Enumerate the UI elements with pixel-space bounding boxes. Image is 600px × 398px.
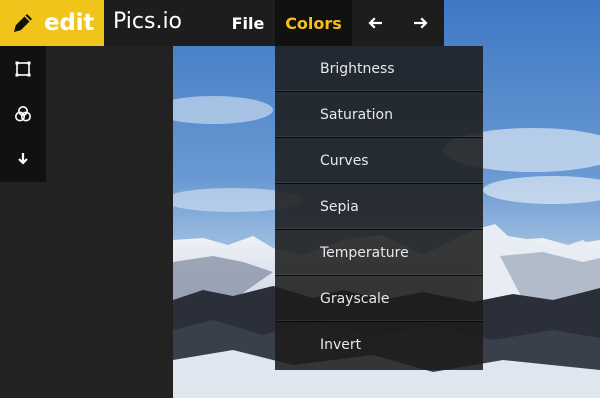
redo-button[interactable] [398, 0, 444, 46]
menu-item-curves[interactable]: Curves [275, 138, 483, 184]
app-name: Pics.io [113, 9, 183, 34]
undo-button[interactable] [352, 0, 398, 46]
arrow-right-icon [414, 17, 428, 29]
menu-item-grayscale[interactable]: Grayscale [275, 276, 483, 322]
pencil-icon [14, 14, 32, 32]
menu-item-invert[interactable]: Invert [275, 322, 483, 368]
download-button[interactable] [0, 136, 46, 181]
color-circles-icon [15, 105, 31, 121]
menu-item-saturation[interactable]: Saturation [275, 92, 483, 138]
left-toolbar [0, 46, 46, 182]
colors-dropdown-menu: Brightness Saturation Curves Sepia Tempe… [275, 46, 483, 370]
crop-icon [15, 61, 31, 76]
menu-file[interactable]: File [228, 0, 268, 46]
arrow-left-icon [368, 17, 382, 29]
menu-item-brightness[interactable]: Brightness [275, 46, 483, 92]
crop-tool-button[interactable] [0, 46, 46, 91]
edit-label: edit [44, 10, 95, 36]
colors-tool-button[interactable] [0, 91, 46, 136]
menu-item-temperature[interactable]: Temperature [275, 230, 483, 276]
top-bar: edit Pics.io File Colors [0, 0, 600, 46]
menu-item-sepia[interactable]: Sepia [275, 184, 483, 230]
edit-button[interactable]: edit [0, 0, 104, 46]
download-arrow-icon [18, 152, 28, 165]
menu-colors[interactable]: Colors [275, 0, 352, 46]
